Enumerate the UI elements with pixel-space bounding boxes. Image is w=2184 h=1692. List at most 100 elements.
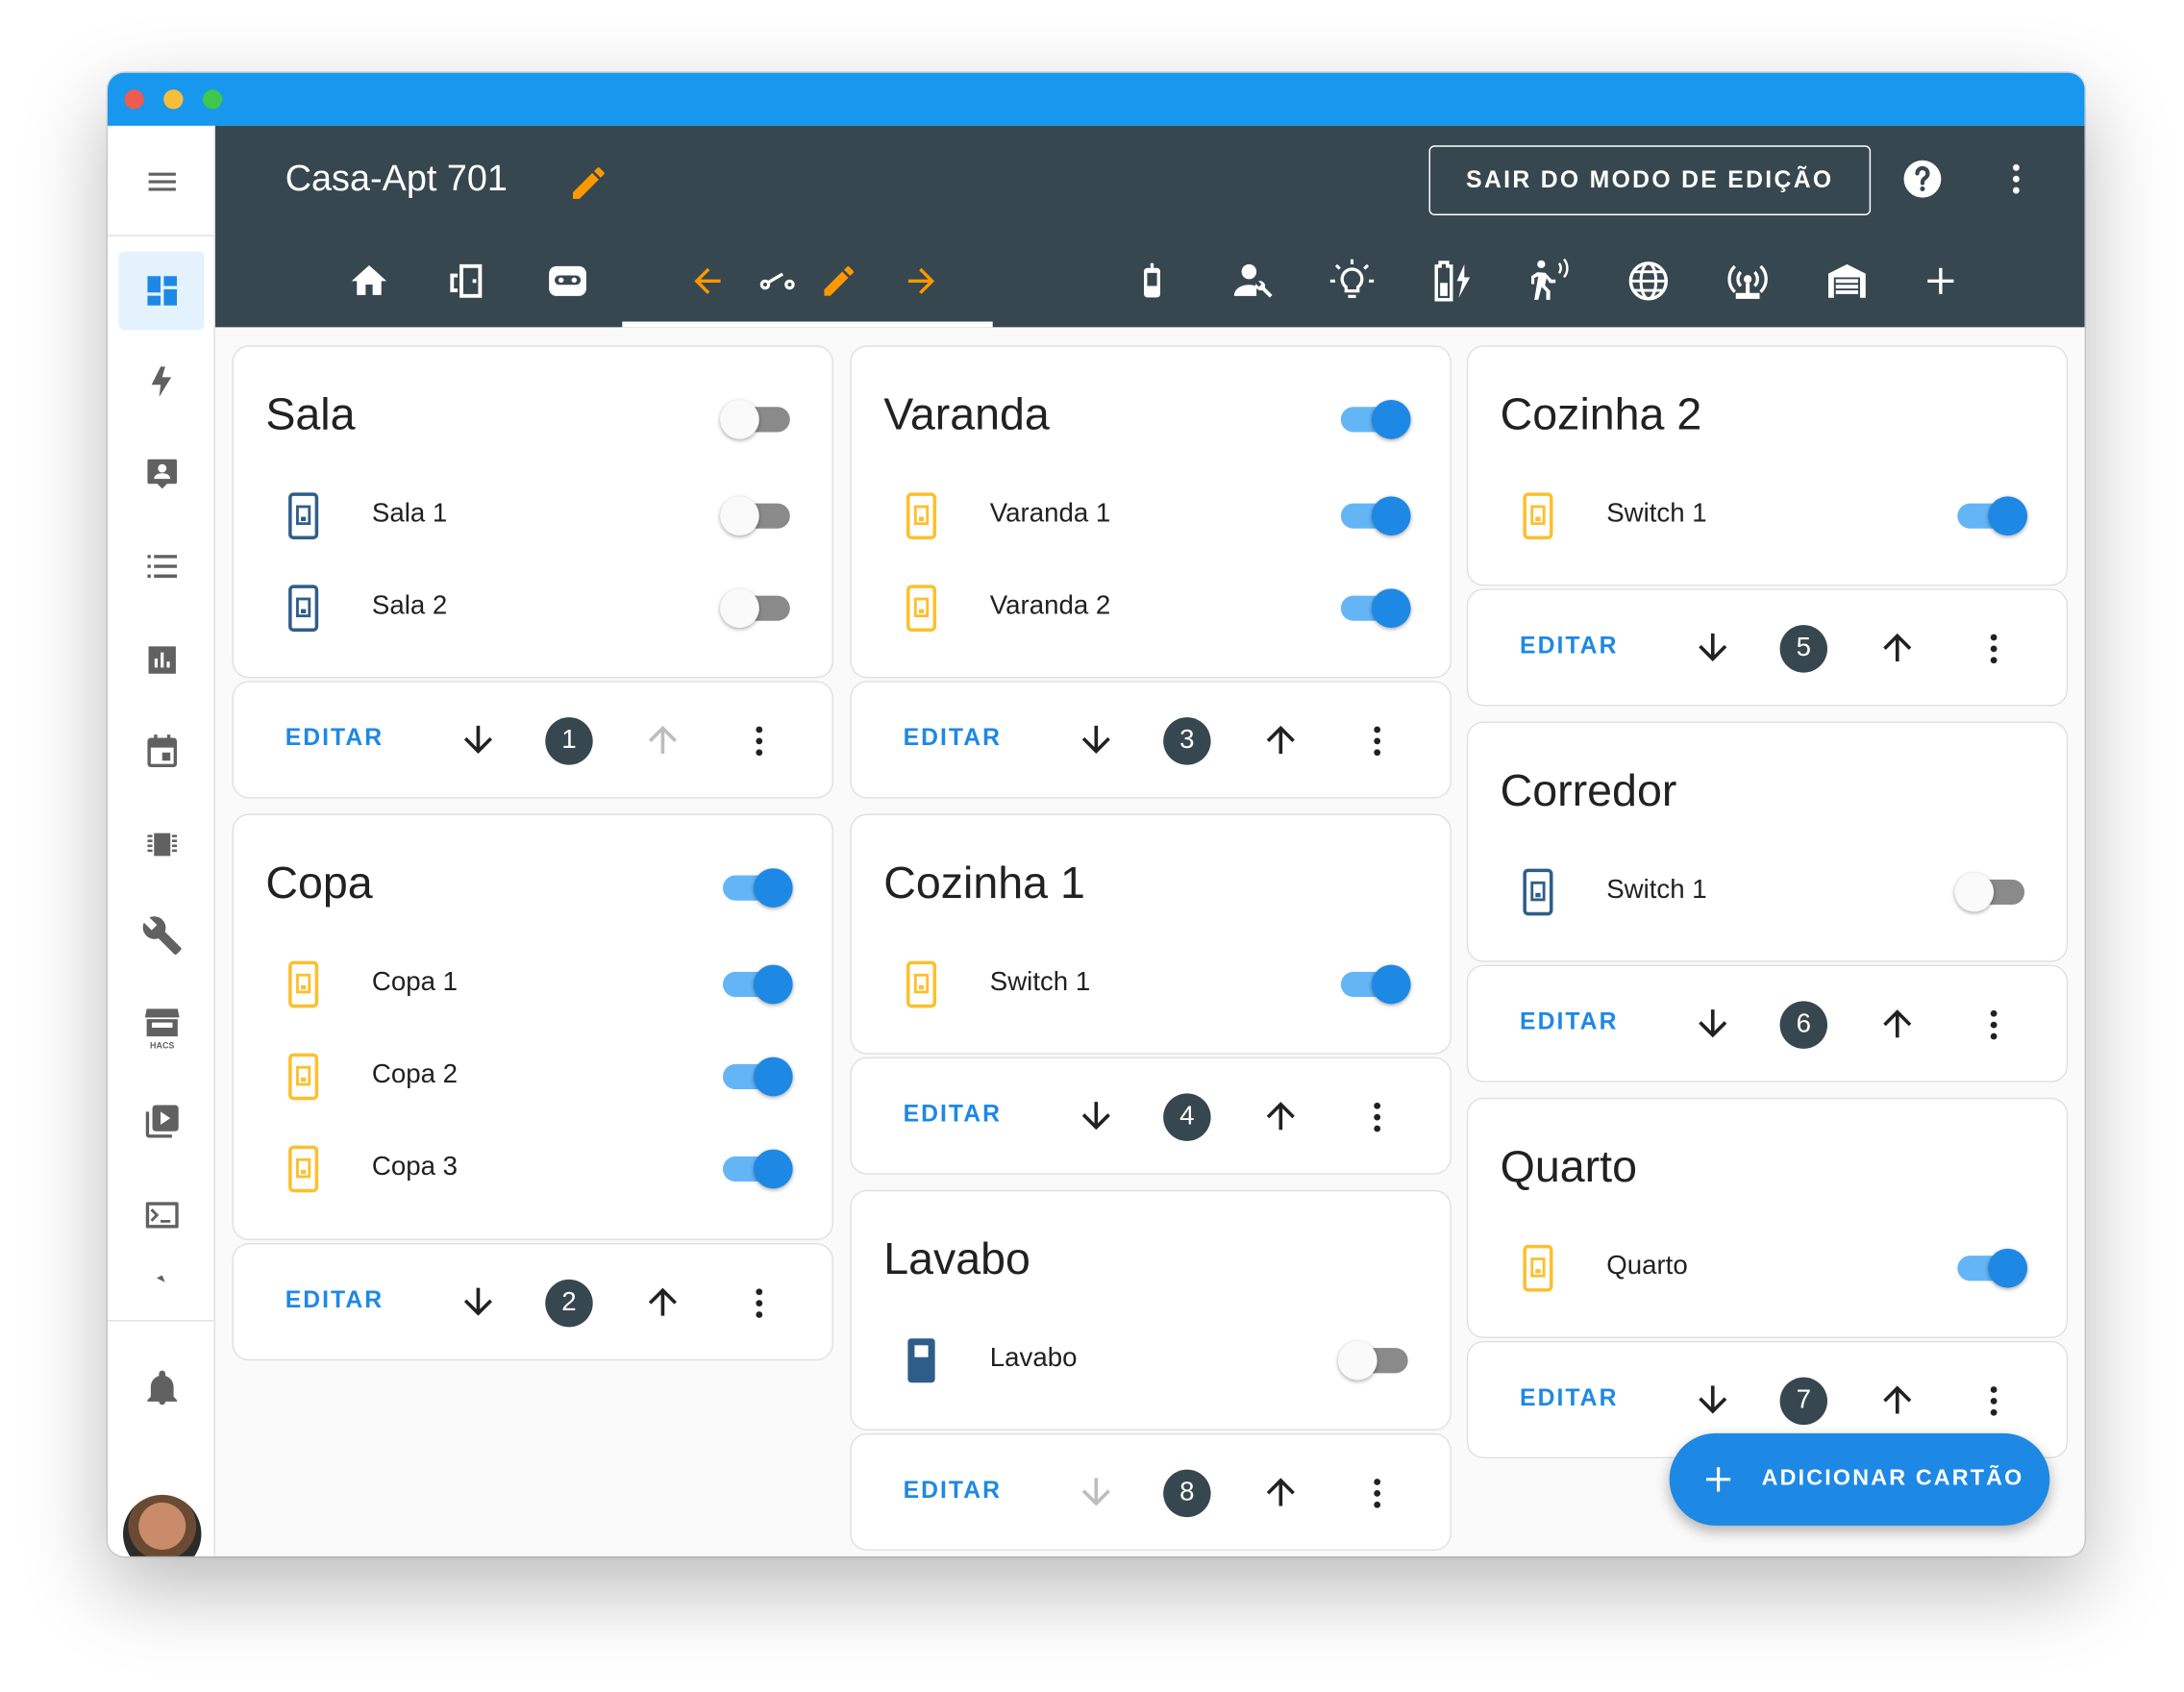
tab-door[interactable]	[439, 235, 495, 327]
sidebar-item-logbook[interactable]	[119, 527, 205, 605]
overflow-menu-icon[interactable]	[1997, 160, 2036, 199]
move-down-button[interactable]	[1076, 719, 1118, 768]
card-options-button[interactable]	[1357, 1098, 1397, 1144]
exit-edit-mode-button[interactable]: SAIR DO MODO DE EDIÇÃO	[1428, 145, 1872, 215]
move-down-button[interactable]	[1692, 1003, 1734, 1052]
tab-lights[interactable]	[1324, 235, 1379, 327]
light-switch-icon[interactable]	[904, 492, 940, 547]
sidebar-item-energy[interactable]	[119, 342, 205, 420]
entity-toggle[interactable]	[1338, 959, 1411, 1009]
move-up-button[interactable]	[1260, 719, 1303, 768]
move-up-button[interactable]	[642, 1281, 684, 1330]
light-switch-icon[interactable]	[285, 1145, 322, 1200]
entity-toggle[interactable]	[1954, 1243, 2028, 1293]
tab-network[interactable]	[1621, 235, 1676, 327]
light-switch-icon[interactable]	[285, 960, 322, 1015]
light-switch-icon[interactable]	[1520, 868, 1556, 923]
tab-home[interactable]	[341, 235, 397, 327]
tab-motion[interactable]	[1521, 235, 1576, 327]
entity-name[interactable]: Switch 1	[1606, 499, 1706, 530]
light-switch-icon[interactable]	[285, 1053, 322, 1107]
help-icon[interactable]	[1900, 157, 1946, 202]
card-options-button[interactable]	[1974, 1381, 2014, 1428]
add-card-button[interactable]: ADICIONAR CARTÃO	[1669, 1432, 2050, 1526]
card-options-button[interactable]	[1974, 1006, 2014, 1052]
entity-name[interactable]: Sala 1	[372, 499, 447, 530]
close-window-button[interactable]	[124, 89, 144, 110]
move-down-button[interactable]	[458, 1281, 500, 1330]
entity-name[interactable]: Copa 3	[372, 1153, 458, 1183]
edit-card-button[interactable]: EDITAR	[904, 1101, 1002, 1129]
move-down-button[interactable]	[1692, 1379, 1734, 1428]
entity-toggle[interactable]	[720, 959, 793, 1009]
edit-card-button[interactable]: EDITAR	[1520, 1008, 1618, 1036]
tab-users[interactable]	[1225, 235, 1280, 327]
entity-toggle[interactable]	[720, 491, 793, 541]
card-options-button[interactable]	[1357, 1474, 1397, 1520]
tab-phone[interactable]	[1127, 235, 1177, 327]
tab-move-left[interactable]	[682, 235, 732, 327]
tab-add-view[interactable]	[1913, 235, 1969, 327]
entity-name[interactable]: Lavabo	[990, 1344, 1078, 1375]
light-switch-icon[interactable]	[904, 1337, 940, 1392]
entity-name[interactable]: Copa 2	[372, 1060, 458, 1091]
move-up-button[interactable]	[1876, 1379, 1919, 1428]
light-switch-icon[interactable]	[285, 585, 322, 639]
card-options-button[interactable]	[1357, 722, 1397, 768]
entity-toggle[interactable]	[1337, 1335, 1411, 1385]
card-header-toggle[interactable]	[720, 862, 793, 912]
sidebar-scroll-indicator[interactable]	[119, 1258, 205, 1301]
tab-edit-view[interactable]	[814, 235, 864, 327]
tab-vacuum[interactable]	[539, 235, 595, 327]
entity-toggle[interactable]	[1954, 491, 2028, 541]
sidebar-item-esphome[interactable]	[119, 806, 205, 883]
move-down-button[interactable]	[458, 719, 500, 768]
entity-toggle[interactable]	[720, 1144, 793, 1194]
sidebar-item-history[interactable]	[119, 621, 205, 699]
entity-name[interactable]: Varanda 1	[990, 499, 1110, 530]
entity-toggle[interactable]	[720, 1052, 793, 1102]
entity-toggle[interactable]	[720, 584, 793, 634]
tab-switches[interactable]	[750, 235, 806, 327]
card-header-toggle[interactable]	[1338, 394, 1411, 444]
move-down-button[interactable]	[1076, 1471, 1118, 1520]
edit-card-button[interactable]: EDITAR	[1520, 1384, 1618, 1412]
move-down-button[interactable]	[1076, 1095, 1118, 1144]
sidebar-item-terminal[interactable]	[119, 1176, 205, 1254]
edit-card-button[interactable]: EDITAR	[904, 1477, 1002, 1505]
light-switch-icon[interactable]	[1520, 1244, 1556, 1300]
edit-title-pencil-icon[interactable]	[568, 162, 610, 205]
entity-toggle[interactable]	[1338, 584, 1411, 634]
edit-card-button[interactable]: EDITAR	[904, 724, 1002, 752]
tab-access-points[interactable]	[1720, 235, 1775, 327]
entity-name[interactable]: Switch 1	[1606, 876, 1706, 907]
minimize-window-button[interactable]	[163, 89, 184, 110]
entity-name[interactable]: Copa 1	[372, 968, 458, 999]
card-header-toggle[interactable]	[720, 394, 793, 444]
entity-name[interactable]: Varanda 2	[990, 591, 1110, 622]
card-options-button[interactable]	[739, 1283, 779, 1330]
entity-name[interactable]: Sala 2	[372, 591, 447, 622]
move-down-button[interactable]	[1692, 627, 1734, 676]
light-switch-icon[interactable]	[285, 492, 322, 547]
move-up-button[interactable]	[1260, 1471, 1303, 1520]
edit-card-button[interactable]: EDITAR	[1520, 632, 1618, 659]
card-options-button[interactable]	[1974, 630, 2014, 676]
card-options-button[interactable]	[739, 722, 779, 768]
sidebar-item-media[interactable]	[119, 1082, 205, 1160]
light-switch-icon[interactable]	[904, 585, 940, 639]
edit-card-button[interactable]: EDITAR	[285, 1286, 384, 1314]
tab-move-right[interactable]	[896, 235, 946, 327]
tab-battery[interactable]	[1424, 235, 1479, 327]
sidebar-item-map[interactable]	[119, 435, 205, 512]
light-switch-icon[interactable]	[1520, 492, 1556, 547]
entity-name[interactable]: Quarto	[1606, 1252, 1687, 1282]
move-up-button[interactable]	[1260, 1095, 1303, 1144]
sidebar-item-calendar[interactable]	[119, 711, 205, 789]
light-switch-icon[interactable]	[904, 960, 940, 1015]
move-up-button[interactable]	[642, 719, 684, 768]
edit-card-button[interactable]: EDITAR	[285, 724, 384, 752]
notifications-button[interactable]	[119, 1350, 205, 1428]
maximize-window-button[interactable]	[202, 89, 223, 110]
sidebar-item-overview[interactable]	[118, 251, 205, 331]
